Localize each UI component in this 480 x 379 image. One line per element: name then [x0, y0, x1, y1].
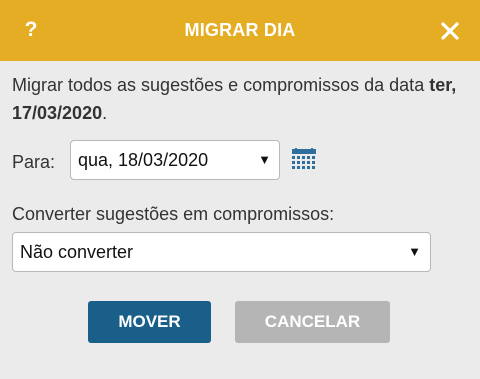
move-button[interactable]: MOVER — [88, 301, 211, 343]
migrate-day-dialog: ? MIGRAR DIA Migrar todos as sugestões e… — [0, 0, 480, 379]
target-date-label: Para: — [12, 152, 56, 172]
message-text: Migrar todos as sugestões e compromissos… — [12, 75, 430, 95]
target-date-value: qua, 18/03/2020 — [78, 150, 209, 170]
convert-value: Não converter — [20, 242, 134, 262]
close-icon[interactable] — [437, 18, 463, 44]
chevron-down-icon: ▼ — [258, 152, 271, 167]
calendar-icon[interactable] — [291, 148, 317, 172]
cancel-button[interactable]: CANCELAR — [235, 301, 390, 343]
convert-suggestions-label: Converter sugestões em compromissos: — [12, 204, 335, 224]
target-date-select[interactable]: qua, 18/03/2020 ▼ — [70, 140, 280, 180]
dialog-title: MIGRAR DIA — [184, 20, 296, 40]
message-suffix: . — [102, 103, 108, 123]
calendar-grid-icon — [292, 148, 316, 169]
chevron-down-icon: ▼ — [408, 244, 421, 259]
convert-suggestions-select[interactable]: Não converter ▼ — [12, 232, 431, 272]
migrate-message: Migrar todos as sugestões e compromissos… — [12, 71, 468, 127]
dialog-header: ? MIGRAR DIA — [0, 0, 480, 61]
help-icon[interactable]: ? — [21, 15, 41, 45]
close-x-icon — [441, 22, 459, 40]
